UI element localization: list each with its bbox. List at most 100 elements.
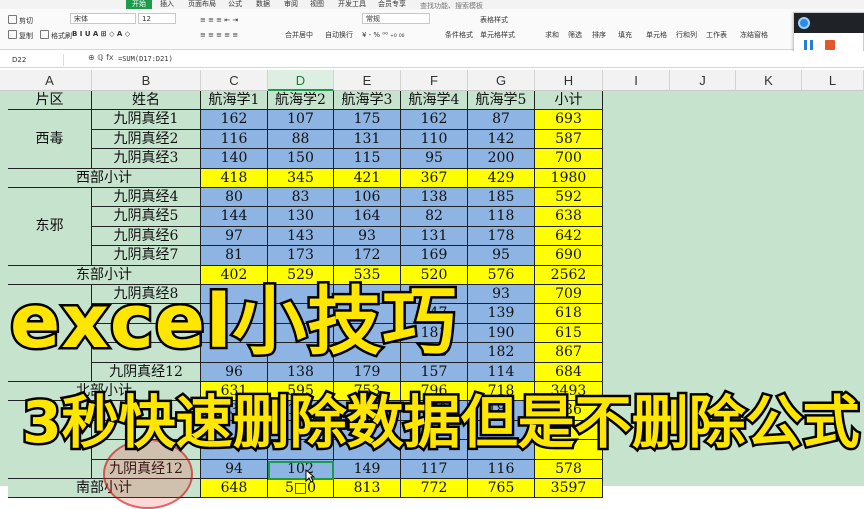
value-cell[interactable]: 144 [201,207,268,227]
header-cell[interactable]: 航海学4 [401,91,468,111]
header-cell[interactable]: 姓名 [92,91,201,111]
value-cell[interactable]: 87 [468,110,535,130]
header-cell[interactable]: 航海学2 [268,91,334,111]
header-cell[interactable]: 航海学1 [201,91,268,111]
column-header-c[interactable]: C [201,70,268,91]
value-cell[interactable]: 116 [201,129,268,150]
value-cell[interactable]: 138 [268,362,334,382]
tab-insert[interactable]: 插入 [160,0,174,9]
subtotal-cell[interactable]: 418 [201,168,268,188]
header-cell[interactable]: 小计 [535,91,603,111]
value-cell[interactable]: 175 [334,110,401,130]
subtotal-label-cell[interactable]: 西部小计 [8,168,201,188]
worksheet-button[interactable]: 工作表 [706,30,727,40]
tab-view[interactable]: 视图 [310,0,324,9]
value-cell[interactable]: 700 [535,149,603,169]
subtotal-cell[interactable]: 813 [334,479,401,499]
column-header-d[interactable]: D [268,70,334,91]
value-cell[interactable]: 578 [535,459,603,479]
table-style-button[interactable]: 表格样式 [480,15,508,25]
value-cell[interactable]: 114 [468,362,535,382]
name-cell[interactable]: 九阴真经6 [92,226,201,247]
value-cell[interactable]: 149 [334,459,401,479]
header-cell[interactable]: 航海学3 [334,91,401,111]
subtotal-cell[interactable]: 367 [401,168,468,188]
value-cell[interactable]: 93 [334,226,401,247]
font-name-select[interactable]: 宋体 [70,13,136,24]
name-cell[interactable]: 九阴真经3 [92,149,201,169]
column-header-e[interactable]: E [334,70,401,91]
tab-formulas[interactable]: 公式 [228,0,242,9]
value-cell[interactable]: 173 [268,246,334,266]
column-header-b[interactable]: B [92,70,201,91]
value-cell[interactable]: 142 [468,129,535,150]
name-cell[interactable]: 九阴真经5 [92,207,201,227]
tab-member[interactable]: 会员专享 [378,0,406,9]
subtotal-cell[interactable]: 3597 [535,479,603,499]
column-header-f[interactable]: F [401,70,468,91]
name-cell[interactable]: 九阴真经1 [92,110,201,130]
name-cell[interactable]: 九阴真经7 [92,246,201,266]
copy-button[interactable]: 复制 [8,30,33,41]
cut-button[interactable]: 剪切 [8,15,33,26]
value-cell[interactable]: 107 [268,110,334,130]
value-cell[interactable]: 157 [401,362,468,382]
merge-center-button[interactable]: 合并居中 [285,30,313,40]
value-cell[interactable]: 164 [334,207,401,227]
number-format-buttons[interactable]: ¥ - % ⁰⁰ ₊₀ ₀₀ [362,30,404,40]
region-cell[interactable]: 东邪 [8,188,92,266]
subtotal-cell[interactable]: 5□0 [268,479,334,499]
fill-button[interactable]: 填充 [618,30,632,40]
value-cell[interactable]: 118 [468,207,535,227]
font-size-select[interactable]: 12 [138,13,176,24]
tab-review[interactable]: 审阅 [284,0,298,9]
value-cell[interactable]: 179 [334,362,401,382]
cell-style-button[interactable]: 单元格样式 [480,30,515,40]
column-header-i[interactable]: I [603,70,670,91]
value-cell[interactable]: 162 [401,110,468,130]
subtotal-cell[interactable]: 1980 [535,168,603,188]
value-cell[interactable]: 185 [468,188,535,208]
value-cell[interactable]: 83 [268,188,334,208]
cell-button[interactable]: 单元格 [646,30,667,40]
value-cell[interactable]: 178 [468,226,535,247]
name-cell[interactable]: 九阴真经2 [92,129,201,150]
formula-input[interactable]: =SUM(D17:D21) [118,53,173,65]
value-cell[interactable]: 95 [401,149,468,169]
column-header-h[interactable]: H [535,70,603,91]
value-cell[interactable]: 592 [535,188,603,208]
subtotal-cell[interactable]: 648 [201,479,268,499]
value-cell[interactable]: 642 [535,226,603,247]
value-cell[interactable]: 110 [401,129,468,150]
freeze-panes-button[interactable]: 冻结窗格 [740,30,768,40]
value-cell[interactable]: 684 [535,362,603,382]
value-cell[interactable]: 693 [535,110,603,130]
value-cell[interactable]: 97 [201,226,268,247]
value-cell[interactable]: 115 [334,149,401,169]
header-cell[interactable]: 片区 [8,91,92,111]
align-top-buttons[interactable]: ≡ ≡ ≡ ⇤ ⇥ [200,15,238,25]
value-cell[interactable]: 587 [535,129,603,150]
column-header-a[interactable]: A [8,70,92,91]
column-header-l[interactable]: L [802,70,864,91]
value-cell[interactable]: 96 [201,362,268,382]
fx-icon[interactable]: ⊕ ℚ fx [88,53,114,62]
conditional-format-button[interactable]: 条件格式 [445,30,473,40]
subtotal-cell[interactable]: 765 [468,479,535,499]
value-cell[interactable]: 95 [468,246,535,266]
pause-icon[interactable] [804,40,814,50]
name-cell[interactable]: 九阴真经12 [92,362,201,382]
column-header-j[interactable]: J [670,70,736,91]
value-cell[interactable]: 88 [268,129,334,150]
subtotal-cell[interactable]: 429 [468,168,535,188]
tab-page-layout[interactable]: 页面布局 [188,0,216,9]
selected-cell-d22[interactable] [268,461,334,480]
value-cell[interactable]: 150 [268,149,334,169]
value-cell[interactable]: 117 [401,459,468,479]
sort-button[interactable]: 排序 [592,30,606,40]
region-cell[interactable]: 西毒 [8,110,92,169]
value-cell[interactable]: 169 [401,246,468,266]
column-header-k[interactable]: K [736,70,802,91]
header-cell[interactable]: 航海学5 [468,91,535,111]
value-cell[interactable]: 94 [201,459,268,479]
